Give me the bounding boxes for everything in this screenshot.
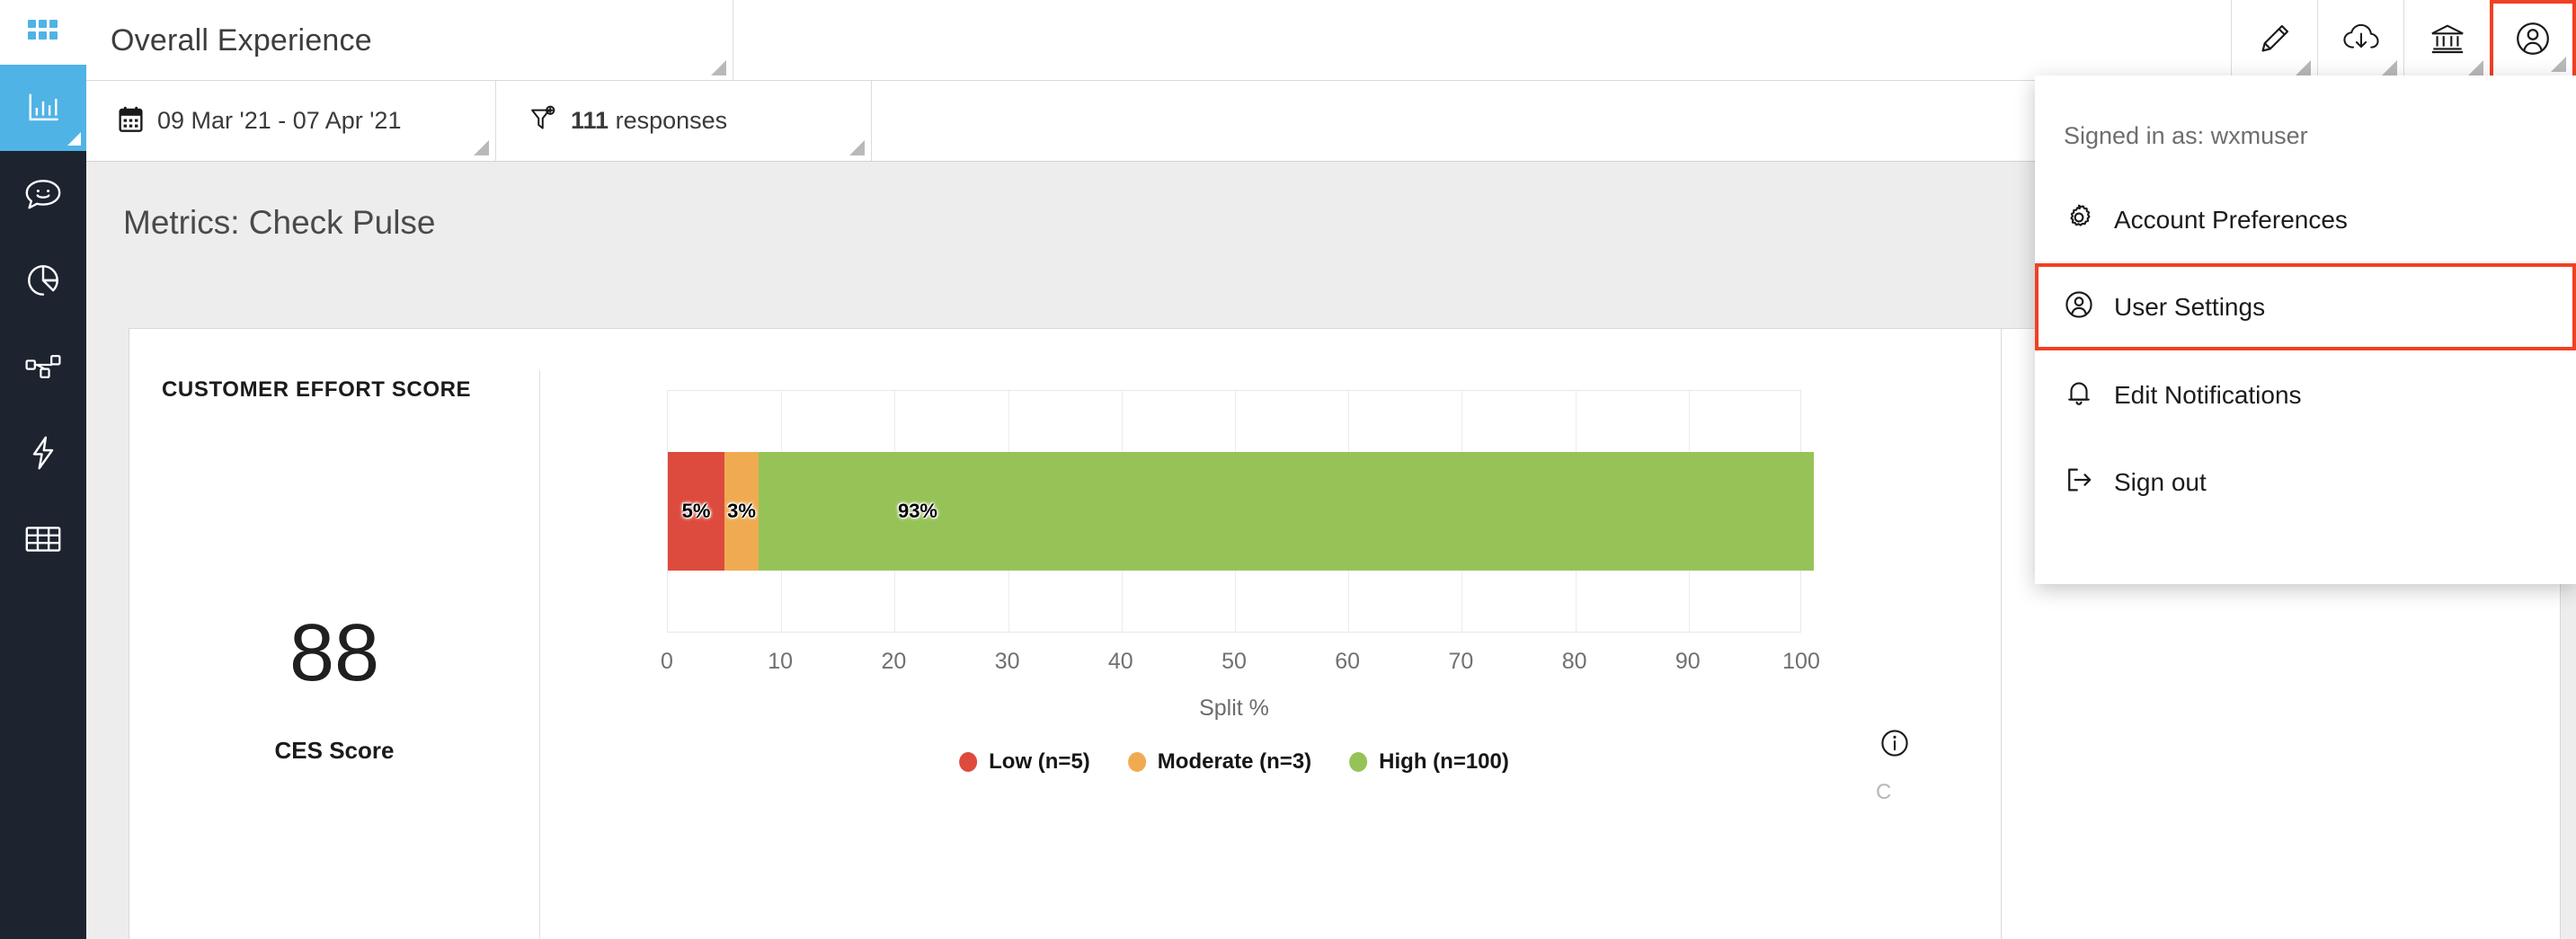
app-root: Overall Experience 09 Mar '21 - 07 Apr '…: [0, 0, 2576, 939]
dropdown-item-user-settings[interactable]: User Settings: [2035, 263, 2576, 350]
card-title: CUSTOMER EFFORT SCORE: [162, 377, 472, 402]
lightning-bolt-icon: [27, 435, 59, 471]
ces-score-label: CES Score: [274, 736, 395, 764]
chart-x-axis-label: Split %: [1199, 695, 1269, 721]
x-tick-label: 0: [661, 649, 673, 674]
legend-label: Moderate (n=3): [1157, 749, 1312, 774]
legend-swatch: [959, 752, 978, 772]
resize-corner-icon: [2551, 57, 2566, 72]
legend-label: Low (n=5): [989, 749, 1090, 774]
dropdown-item-label: Sign out: [2114, 467, 2207, 496]
dropdown-item-label: Edit Notifications: [2114, 380, 2302, 409]
user-circle-icon: [2064, 289, 2094, 324]
library-button[interactable]: [2403, 0, 2490, 81]
report-title-selector[interactable]: Overall Experience: [86, 0, 733, 81]
stacked-bar: 5% 3% 93%: [668, 452, 1814, 571]
ces-score-value: 88: [289, 607, 380, 698]
split-bar-chart: 5% 3% 93% 0 10 20 30 40 50 60 70 80 90 100 Split % L…: [552, 390, 1954, 812]
resize-corner-icon: [67, 132, 81, 146]
resize-corner-icon: [849, 140, 865, 155]
apps-grid-icon: [28, 19, 58, 46]
bar-segment-high[interactable]: 93%: [758, 452, 1814, 571]
bar-segment-value: 5%: [681, 500, 711, 522]
sign-out-icon: [2064, 465, 2094, 500]
x-tick-label: 70: [1448, 649, 1474, 674]
x-tick-label: 50: [1221, 649, 1247, 674]
filter-plus-icon: [529, 105, 556, 137]
download-button[interactable]: [2317, 0, 2403, 81]
dropdown-item-label: Account Preferences: [2114, 205, 2348, 234]
sidebar-item-reports[interactable]: [0, 65, 86, 151]
page-title: Overall Experience: [111, 22, 372, 58]
x-tick-label: 40: [1107, 649, 1133, 674]
chart-plot-area: 5% 3% 93%: [667, 390, 1814, 633]
bar-chart-icon: [25, 90, 61, 126]
account-dropdown-menu: Signed in as: wxmuser Account Preference…: [2035, 75, 2576, 584]
date-range-label: 09 Mar '21 - 07 Apr '21: [157, 107, 402, 134]
x-tick-label: 100: [1782, 649, 1820, 674]
cloud-download-icon: [2341, 21, 2381, 61]
bar-segment-low[interactable]: 5%: [668, 452, 725, 571]
bar-segment-moderate[interactable]: 3%: [724, 452, 759, 571]
x-tick-label: 90: [1674, 649, 1701, 674]
pencil-icon: [2257, 21, 2293, 61]
top-bar: Overall Experience: [86, 0, 2576, 81]
legend-swatch: [1349, 752, 1368, 772]
responses-label: 111 responses: [571, 107, 728, 134]
sidebar-item-actions[interactable]: [0, 410, 86, 496]
x-tick-label: 10: [768, 649, 794, 674]
resize-corner-icon: [2296, 60, 2311, 75]
legend-item[interactable]: Moderate (n=3): [1127, 749, 1312, 775]
resize-corner-icon: [2468, 60, 2483, 75]
resize-corner-icon: [2382, 60, 2397, 75]
responses-filter[interactable]: 111 responses: [497, 81, 872, 161]
sidebar-item-feedback[interactable]: [0, 151, 86, 237]
chat-smile-icon: [24, 177, 62, 211]
dropdown-item-edit-notifications[interactable]: Edit Notifications: [2035, 351, 2576, 438]
legend-label: High (n=100): [1379, 749, 1509, 774]
pie-chart-icon: [25, 262, 61, 298]
x-tick-label: 20: [881, 649, 907, 674]
sidebar-item-data-table[interactable]: [0, 496, 86, 582]
signed-in-as-label: Signed in as: wxmuser: [2064, 122, 2308, 149]
dropdown-item-label: User Settings: [2114, 292, 2266, 321]
customer-effort-score-card: CUSTOMER EFFORT SCORE 88 CES Score 5% 3% 9…: [129, 328, 2002, 939]
workflow-branch-icon: [24, 351, 62, 382]
account-button[interactable]: [2490, 0, 2576, 81]
sidebar-item-analytics[interactable]: [0, 237, 86, 323]
bank-icon: [2429, 22, 2465, 60]
sidebar-item-workflow[interactable]: [0, 323, 86, 410]
bar-segment-value: 93%: [897, 500, 937, 522]
bell-icon: [2064, 377, 2094, 412]
sidebar-apps-button[interactable]: [0, 0, 86, 65]
gear-icon: [2064, 202, 2094, 237]
table-grid-icon: [24, 524, 62, 554]
bar-segment-value: 3%: [727, 500, 756, 522]
user-circle-icon: [2514, 20, 2552, 62]
legend-item[interactable]: Low (n=5): [959, 749, 1090, 775]
metrics-heading: Metrics: Check Pulse: [123, 204, 436, 241]
responses-count: 111: [571, 107, 609, 134]
edit-button[interactable]: [2231, 0, 2317, 81]
resize-corner-icon: [474, 140, 489, 155]
info-circle-icon[interactable]: [1879, 728, 1910, 763]
legend-swatch: [1127, 752, 1146, 772]
x-tick-label: 60: [1335, 649, 1361, 674]
chart-legend: Low (n=5) Moderate (n=3) High (n=100): [959, 749, 1509, 775]
vertical-divider: [539, 370, 540, 939]
legend-item[interactable]: High (n=100): [1349, 749, 1509, 775]
left-sidebar: [0, 0, 86, 939]
date-range-filter[interactable]: 09 Mar '21 - 07 Apr '21: [86, 81, 496, 161]
x-tick-label: 30: [994, 649, 1020, 674]
header-toolbar: [2231, 0, 2576, 81]
info-subtext: C: [1876, 780, 1892, 804]
resize-corner-icon: [711, 60, 726, 75]
dropdown-item-sign-out[interactable]: Sign out: [2035, 438, 2576, 526]
calendar-icon: [119, 106, 143, 137]
score-pane: 88 CES Score: [129, 419, 539, 939]
dropdown-item-account-preferences[interactable]: Account Preferences: [2035, 176, 2576, 263]
x-tick-label: 80: [1561, 649, 1587, 674]
